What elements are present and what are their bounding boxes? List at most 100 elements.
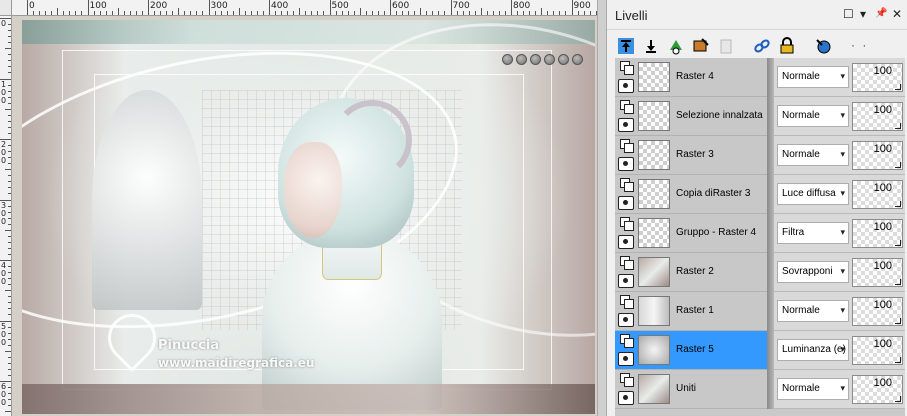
mask-icon[interactable] [812,35,834,57]
ruler-horizontal[interactable]: 0 100 200 300 400 500 600 700 800 900 [12,0,597,16]
blend-mode-select[interactable]: Sovrapponi ▾ [777,261,849,283]
layer-name-cell[interactable]: Selezione innalzata [615,97,767,136]
layer-name-cell[interactable]: Raster 2 [615,253,767,292]
move-up-icon[interactable] [615,35,637,57]
layer-row[interactable]: Raster 3 Normale ▾ 100 [615,136,905,175]
ruler-label: 200 [150,1,168,11]
opacity-input[interactable]: 100 [852,63,903,92]
blend-mode-select[interactable]: Normale ▾ [777,300,849,322]
visibility-eye-icon[interactable] [618,79,634,93]
ruler-tick [8,120,11,122]
layer-group-icon[interactable] [619,61,635,77]
opacity-value: 100 [873,104,892,116]
layer-thumbnail [638,179,670,209]
palette-header: Livelli ☐ ▾ 📌 ✕ [607,0,907,30]
layer-group-icon[interactable] [619,334,635,350]
layer-row[interactable]: Raster 1 Normale ▾ 100 [615,292,905,331]
layer-row[interactable]: Raster 4 Normale ▾ 100 [615,58,905,97]
layer-name-cell[interactable]: Raster 5 [615,331,767,370]
opacity-input[interactable]: 100 [852,180,903,209]
layer-group-icon[interactable] [619,139,635,155]
ruler-tick [160,11,162,15]
opacity-input[interactable]: 100 [852,336,903,365]
layer-row[interactable]: Copia diRaster 3 Luce diffusa ▾ 100 [615,175,905,214]
blend-mode-select[interactable]: Normale ▾ [777,144,849,166]
visibility-eye-icon[interactable] [618,313,634,327]
panel-splitter[interactable] [597,0,607,416]
layer-name-cell[interactable]: Uniti [615,370,767,409]
opacity-input[interactable]: 100 [852,297,903,326]
layer-row[interactable]: Raster 5 Luminanza (e) ▾ 100 [615,331,905,370]
blend-mode-select[interactable]: Luce diffusa ▾ [777,183,849,205]
opacity-input[interactable]: 100 [852,219,903,248]
layer-row[interactable]: Raster 2 Sovrapponi ▾ 100 [615,253,905,292]
canvas-area[interactable]: 0 100 200 300 400 500 600 700 800 900 0 100 200 300 4… [0,0,597,416]
opacity-value: 100 [873,338,892,350]
new-adjustment-layer-icon[interactable] [690,35,712,57]
opacity-input[interactable]: 100 [852,141,903,170]
image-canvas[interactable]: Pinuccia www.maidiregrafica.eu [22,20,595,414]
layer-group-icon[interactable] [619,217,635,233]
blend-mode-select[interactable]: Normale ▾ [777,105,849,127]
ruler-tick [371,11,373,15]
layer-name-cell[interactable]: Raster 4 [615,58,767,97]
ruler-tick [129,11,131,15]
maximize-icon[interactable]: ☐ [843,8,854,20]
blend-mode-select[interactable]: Normale ▾ [777,66,849,88]
ruler-tick [535,11,537,15]
lock-icon[interactable] [776,35,798,57]
opacity-input[interactable]: 100 [852,258,903,287]
visibility-eye-icon[interactable] [618,274,634,288]
visibility-eye-icon[interactable] [618,157,634,171]
layer-name-cell[interactable]: Raster 1 [615,292,767,331]
ruler-tick [589,11,591,15]
layer-name-cell[interactable]: Copia diRaster 3 [615,175,767,214]
watermark-url: www.maidiregrafica.eu [158,356,315,370]
visibility-eye-icon[interactable] [618,196,634,210]
layer-thumbnail [638,335,670,365]
layer-group-icon[interactable] [619,373,635,389]
visibility-eye-icon[interactable] [618,118,634,132]
ruler-tick [57,8,59,15]
delete-layer-icon[interactable] [715,35,737,57]
chevron-down-icon[interactable]: ▾ [860,8,866,20]
ruler-tick [8,60,11,62]
visibility-eye-icon[interactable] [618,235,634,249]
layer-thumbnail [638,257,670,287]
visibility-eye-icon[interactable] [618,391,634,405]
blend-mode-select[interactable]: Luminanza (e) ▾ [777,339,849,361]
ruler-vertical[interactable]: 0 100 200 300 400 500 600 [0,16,12,416]
ruler-tick [8,253,11,255]
layer-row[interactable]: Uniti Normale ▾ 100 [615,370,905,409]
visibility-eye-icon[interactable] [618,352,634,366]
opacity-input[interactable]: 100 [852,375,903,404]
opacity-input[interactable]: 100 [852,102,903,131]
blend-mode-value: Normale [782,71,820,82]
ruler-tick [33,11,35,15]
layer-name-cell[interactable]: Raster 3 [615,136,767,175]
layer-row[interactable]: Gruppo - Raster 4 Filtra ▾ 100 [615,214,905,253]
blend-mode-select[interactable]: Filtra ▾ [777,222,849,244]
layer-name-cell[interactable]: Gruppo - Raster 4 [615,214,767,253]
ruler-tick [202,11,204,15]
link-icon[interactable] [751,35,773,57]
toolbar-more-icon[interactable]: · · [851,38,868,52]
blend-mode-select[interactable]: Normale ▾ [777,378,849,400]
layer-group-icon[interactable] [619,178,635,194]
opacity-value: 100 [873,221,892,233]
ruler-tick [583,11,585,15]
layer-group-icon[interactable] [619,295,635,311]
pin-icon[interactable]: 📌 [875,8,887,20]
ruler-tick [8,241,11,243]
new-raster-layer-icon[interactable] [665,35,687,57]
dropdown-arrow-icon: ▾ [840,344,845,354]
layer-row[interactable]: Selezione innalzata Normale ▾ 100 [615,97,905,136]
ruler-tick [45,11,47,15]
close-icon[interactable]: ✕ [892,8,902,20]
layer-group-icon[interactable] [619,100,635,116]
move-down-icon[interactable] [640,35,662,57]
ruler-tick [8,314,11,316]
dropdown-arrow-icon: ▾ [840,305,845,315]
layer-group-icon[interactable] [619,256,635,272]
layer-thumbnail [638,218,670,248]
